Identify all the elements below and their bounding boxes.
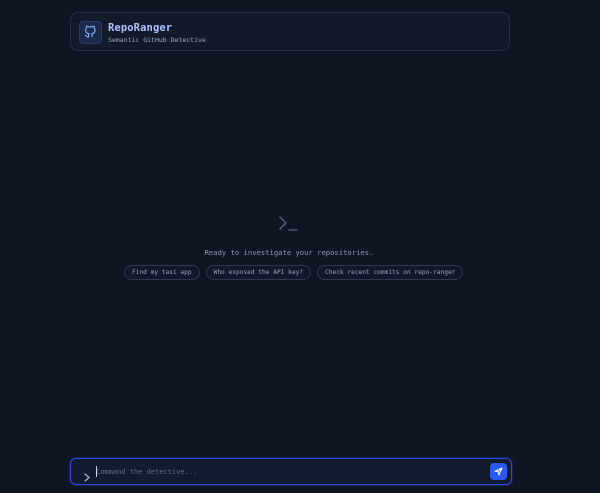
text-caret [96,466,97,477]
app-header: RepoRanger Semantic GitHub Detective [70,12,510,51]
app-title: RepoRanger [108,22,173,34]
send-button[interactable] [490,463,507,480]
suggestion-chips: Find my taxi app Who exposed the API key… [124,265,464,280]
app-page: RepoRanger Semantic GitHub Detective Rea… [0,0,600,493]
empty-state-message: Ready to investigate your repositories. [204,248,374,257]
command-bar [70,458,512,485]
app-subtitle: Semantic GitHub Detective [108,36,206,44]
send-icon [494,464,503,479]
command-input[interactable] [96,464,476,479]
logo [79,21,102,44]
suggestion-chip-api-key[interactable]: Who exposed the API key? [205,265,312,280]
suggestion-chip-recent-commits[interactable]: Check recent commits on repo-ranger [317,265,464,280]
terminal-prompt-icon [276,213,302,233]
github-octocat-icon [84,23,97,42]
chevron-right-icon [83,467,91,482]
suggestion-chip-taxi-app[interactable]: Find my taxi app [124,265,200,280]
